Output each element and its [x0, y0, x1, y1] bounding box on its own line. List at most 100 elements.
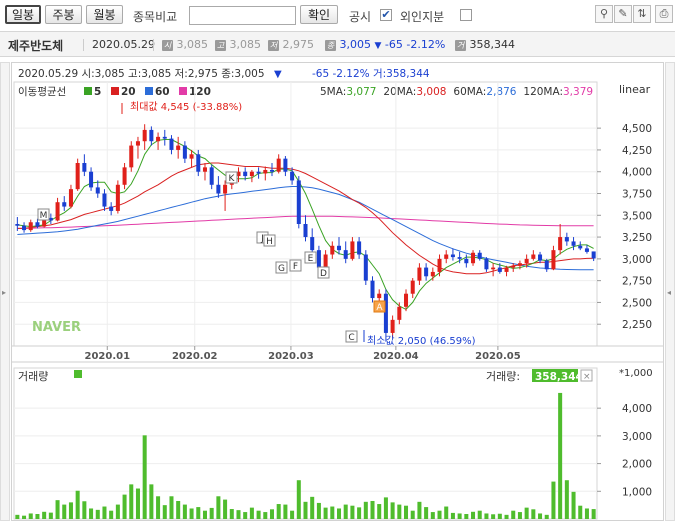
volume-bar	[444, 506, 449, 519]
volume-bar	[524, 507, 529, 519]
price-tick-label: 4,250	[622, 145, 652, 157]
scale-label: linear	[619, 83, 651, 96]
ma-legend-swatch	[179, 87, 187, 95]
volume-bar	[209, 507, 214, 519]
ma-value: 3,379	[563, 86, 593, 98]
volume-bar	[263, 512, 268, 519]
volume-bar	[477, 510, 482, 519]
volume-bar	[176, 500, 181, 519]
volume-bar	[243, 512, 248, 519]
volume-bar	[336, 508, 342, 519]
candle-body	[471, 252, 476, 264]
candle-body	[102, 193, 107, 207]
candle-body	[82, 163, 87, 172]
volume-bar	[115, 504, 120, 519]
candle-body	[397, 306, 402, 320]
volume-last-value: 358,344	[535, 371, 583, 383]
volume-bar	[42, 511, 47, 519]
candle-body	[430, 271, 435, 277]
volume-bar	[497, 513, 502, 519]
volume-bar	[323, 507, 328, 519]
candle-body	[363, 254, 368, 281]
ma-value: 3,077	[346, 86, 376, 98]
candle-body	[169, 138, 174, 150]
candle-body	[504, 267, 509, 272]
price-tick-label: 3,000	[622, 254, 652, 266]
volume-bar	[517, 512, 522, 519]
candle-body	[142, 129, 147, 142]
volume-bar	[62, 504, 67, 519]
candle-body	[202, 167, 207, 172]
volume-bar	[558, 392, 563, 519]
volume-bar	[457, 513, 462, 519]
candle-body	[417, 267, 422, 281]
event-marker-label: G	[278, 264, 285, 274]
volume-bar	[82, 501, 87, 519]
volume-bar	[397, 504, 402, 519]
volume-bar	[390, 502, 395, 519]
volume-bar	[316, 502, 321, 519]
volume-bar	[417, 501, 422, 519]
volume-bar	[437, 510, 442, 519]
candle-body	[350, 241, 355, 259]
volume-bar	[310, 496, 315, 519]
volume-bar	[350, 505, 355, 519]
volume-bar	[430, 512, 435, 519]
candle-body	[370, 280, 375, 299]
volume-bar	[538, 513, 543, 519]
candle-body	[149, 129, 154, 142]
candle-body	[383, 293, 388, 333]
candle-body	[357, 241, 362, 255]
volume-tick-label: 1,000	[622, 486, 652, 498]
candle-body	[538, 254, 543, 261]
candle-body	[316, 250, 321, 268]
candle-body	[310, 237, 315, 251]
ma-legend-swatch	[111, 87, 119, 95]
volume-bar	[504, 514, 509, 519]
price-tick-label: 4,000	[622, 167, 652, 179]
candle-body	[269, 169, 275, 172]
candle-body	[296, 180, 301, 224]
volume-bar	[28, 513, 33, 519]
price-tick-label: 3,250	[622, 232, 652, 244]
event-marker-label: J	[260, 234, 264, 244]
volume-bar	[189, 508, 194, 519]
volume-bar	[290, 510, 295, 519]
candle-body	[189, 154, 194, 159]
candle-body	[216, 184, 221, 194]
ma-legend-swatch	[145, 87, 153, 95]
candle-body	[176, 145, 181, 150]
ma-legend-title: 이동평균선	[18, 86, 66, 98]
price-tick-label: 3,750	[622, 189, 652, 201]
ma-legend-swatch	[84, 87, 92, 95]
volume-bar	[464, 514, 469, 519]
ma-legend-label: 5	[94, 86, 101, 98]
volume-bar	[182, 504, 187, 519]
volume-bar	[330, 506, 335, 519]
candle-body	[544, 260, 549, 270]
volume-bar	[35, 514, 40, 519]
volume-bar	[370, 500, 375, 519]
candle-body	[89, 171, 94, 188]
candle-body	[115, 184, 120, 211]
candle-body	[283, 158, 288, 172]
price-tick-label: 4,500	[622, 123, 652, 135]
volume-bar	[276, 504, 281, 519]
ma-value-name: 60MA:	[453, 86, 486, 98]
volume-bar	[303, 501, 308, 519]
candle-body	[135, 141, 140, 146]
candle-body	[377, 293, 382, 299]
header-down-icon: ▼	[274, 69, 282, 80]
volume-bar	[484, 513, 489, 519]
candle-body	[404, 293, 409, 307]
candle-body	[517, 263, 522, 266]
ma-value-name: 120MA:	[523, 86, 563, 98]
candle-body	[249, 171, 254, 177]
volume-bar	[544, 514, 549, 519]
volume-bar	[591, 509, 596, 519]
candle-body	[497, 267, 502, 272]
candle-body	[464, 258, 469, 264]
candle-body	[484, 258, 489, 270]
volume-bar	[68, 502, 73, 519]
event-marker-label: A	[376, 303, 383, 313]
